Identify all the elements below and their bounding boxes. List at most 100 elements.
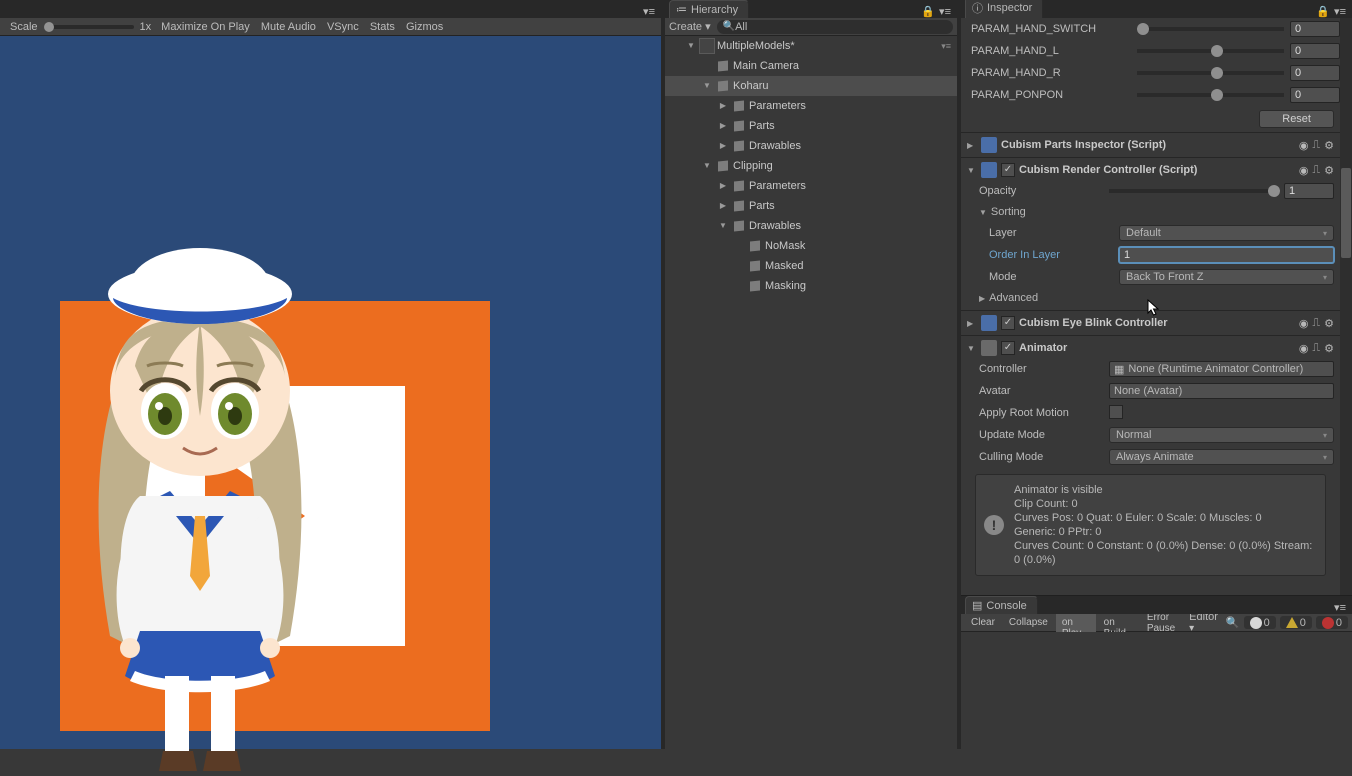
- gear-icon[interactable]: ⚙: [1324, 139, 1334, 152]
- param-slider[interactable]: [1137, 71, 1284, 75]
- fold-icon[interactable]: [733, 260, 745, 272]
- tree-item-label: Parts: [749, 200, 775, 212]
- tree-row-masking[interactable]: Masking: [665, 276, 957, 296]
- inspector-tab-label: Inspector: [987, 2, 1032, 14]
- scene-context-icon[interactable]: ▾≡: [941, 41, 957, 52]
- opacity-slider[interactable]: [1109, 189, 1280, 193]
- param-value-field[interactable]: 0: [1290, 87, 1340, 103]
- console-search[interactable]: 🔍: [1226, 616, 1240, 629]
- tree-row-parts[interactable]: ▶ Parts: [665, 196, 957, 216]
- update-mode-dropdown[interactable]: Normal: [1109, 427, 1334, 443]
- preset-icon[interactable]: ⎍: [1312, 139, 1320, 152]
- preset-icon[interactable]: ⎍: [1312, 164, 1320, 177]
- clear-button[interactable]: Clear: [965, 616, 1001, 629]
- param-value-field[interactable]: 0: [1290, 65, 1340, 81]
- scale-label: Scale: [6, 20, 42, 34]
- component-enable-toggle[interactable]: [1001, 341, 1015, 355]
- maximize-on-play-toggle[interactable]: Maximize On Play: [157, 20, 254, 34]
- apply-root-motion-checkbox[interactable]: [1109, 405, 1123, 419]
- gameobject-icon: [731, 178, 747, 194]
- fold-icon[interactable]: [733, 240, 745, 252]
- help-icon[interactable]: ◉: [1299, 342, 1309, 355]
- hierarchy-tab[interactable]: ≔ Hierarchy: [669, 0, 749, 18]
- lock-icon[interactable]: 🔒: [921, 5, 935, 18]
- fold-icon[interactable]: ▶: [717, 120, 729, 132]
- fold-icon[interactable]: ▶: [717, 180, 729, 192]
- create-dropdown[interactable]: Create ▾: [669, 20, 711, 33]
- tree-row-drawables[interactable]: ▶Drawables: [665, 136, 957, 156]
- mode-dropdown[interactable]: Back To Front Z: [1119, 269, 1334, 285]
- inspector-scrollbar[interactable]: [1340, 18, 1352, 595]
- hierarchy-search-input[interactable]: 🔍 All: [717, 20, 953, 34]
- gear-icon[interactable]: ⚙: [1324, 164, 1334, 177]
- help-icon[interactable]: ◉: [1299, 164, 1309, 177]
- component-header-animator[interactable]: ▼ Animator ◉⎍⚙: [967, 338, 1334, 358]
- dock-menu-icon[interactable]: ▾≡: [939, 5, 951, 18]
- sorting-foldout[interactable]: ▼Sorting: [967, 202, 1334, 222]
- fold-icon[interactable]: ▶: [717, 200, 729, 212]
- tree-row-main-camera[interactable]: Main Camera: [665, 56, 957, 76]
- inspector-tab[interactable]: ⓘ Inspector: [965, 0, 1043, 18]
- fold-icon[interactable]: ▼: [701, 160, 713, 172]
- controller-field[interactable]: ▦None (Runtime Animator Controller): [1109, 361, 1334, 377]
- fold-icon[interactable]: [733, 280, 745, 292]
- fold-icon[interactable]: ▼: [717, 220, 729, 232]
- error-count[interactable]: 0: [1316, 616, 1348, 629]
- fold-icon[interactable]: ▶: [717, 100, 729, 112]
- help-icon[interactable]: ◉: [1299, 317, 1309, 330]
- param-value-field[interactable]: 0: [1290, 43, 1340, 59]
- tree-row-parameters[interactable]: ▶Parameters: [665, 96, 957, 116]
- layer-dropdown[interactable]: Default: [1119, 225, 1334, 241]
- gear-icon[interactable]: ⚙: [1324, 342, 1334, 355]
- param-value-field[interactable]: 0: [1290, 21, 1340, 37]
- console-body[interactable]: [961, 632, 1352, 749]
- param-slider[interactable]: [1137, 93, 1284, 97]
- tree-row-nomask[interactable]: NoMask: [665, 236, 957, 256]
- dock-menu-icon[interactable]: ▾≡: [1334, 601, 1346, 614]
- tree-row-masked[interactable]: Masked: [665, 256, 957, 276]
- culling-mode-dropdown[interactable]: Always Animate: [1109, 449, 1334, 465]
- scene-row[interactable]: ▼ MultipleModels* ▾≡: [665, 36, 957, 56]
- lock-icon[interactable]: 🔒: [1316, 5, 1330, 18]
- mute-audio-toggle[interactable]: Mute Audio: [257, 20, 320, 34]
- preset-icon[interactable]: ⎍: [1312, 317, 1320, 330]
- tree-row-parameters[interactable]: ▶Parameters: [665, 176, 957, 196]
- component-enable-toggle[interactable]: [1001, 316, 1015, 330]
- fold-icon[interactable]: [701, 60, 713, 72]
- component-enable-toggle[interactable]: [1001, 163, 1015, 177]
- hierarchy-tree[interactable]: ▼ MultipleModels* ▾≡ Main Camera▼Koharu▶…: [665, 36, 957, 749]
- fold-icon[interactable]: ▼: [701, 80, 713, 92]
- help-icon[interactable]: ◉: [1299, 139, 1309, 152]
- gear-icon[interactable]: ⚙: [1324, 317, 1334, 330]
- dock-menu-icon[interactable]: ▾≡: [643, 5, 655, 18]
- scale-slider[interactable]: [44, 25, 134, 29]
- stats-toggle[interactable]: Stats: [366, 20, 399, 34]
- order-in-layer-field[interactable]: 1: [1119, 247, 1334, 263]
- gameobject-icon: [731, 98, 747, 114]
- warn-count[interactable]: 0: [1280, 616, 1312, 629]
- vsync-toggle[interactable]: VSync: [323, 20, 363, 34]
- gizmos-dropdown[interactable]: Gizmos: [402, 20, 447, 34]
- info-count[interactable]: 0: [1244, 616, 1276, 629]
- dock-menu-icon[interactable]: ▾≡: [1334, 5, 1346, 18]
- preset-icon[interactable]: ⎍: [1312, 342, 1320, 355]
- component-header-render-controller[interactable]: ▼ Cubism Render Controller (Script) ◉⎍⚙: [967, 160, 1334, 180]
- tree-row-clipping[interactable]: ▼Clipping: [665, 156, 957, 176]
- tree-row-koharu[interactable]: ▼Koharu: [665, 76, 957, 96]
- component-header-parts-inspector[interactable]: ▶ Cubism Parts Inspector (Script) ◉⎍⚙: [967, 135, 1334, 155]
- reset-button[interactable]: Reset: [1259, 110, 1334, 128]
- tree-row-parts[interactable]: ▶Parts: [665, 116, 957, 136]
- collapse-toggle[interactable]: Collapse: [1003, 616, 1054, 629]
- fold-icon[interactable]: ▶: [717, 140, 729, 152]
- opacity-field[interactable]: 1: [1284, 183, 1334, 199]
- console-tab[interactable]: ▤ Console: [965, 596, 1038, 614]
- avatar-field[interactable]: None (Avatar): [1109, 383, 1334, 399]
- error-pause-toggle[interactable]: Error Pause: [1141, 611, 1181, 635]
- tree-item-label: Masked: [765, 260, 804, 272]
- game-view[interactable]: [0, 36, 661, 749]
- fold-icon[interactable]: ▼: [685, 40, 697, 52]
- param-slider[interactable]: [1137, 27, 1284, 31]
- scale-value: 1x: [136, 20, 156, 34]
- tree-row-drawables[interactable]: ▼Drawables: [665, 216, 957, 236]
- param-slider[interactable]: [1137, 49, 1284, 53]
